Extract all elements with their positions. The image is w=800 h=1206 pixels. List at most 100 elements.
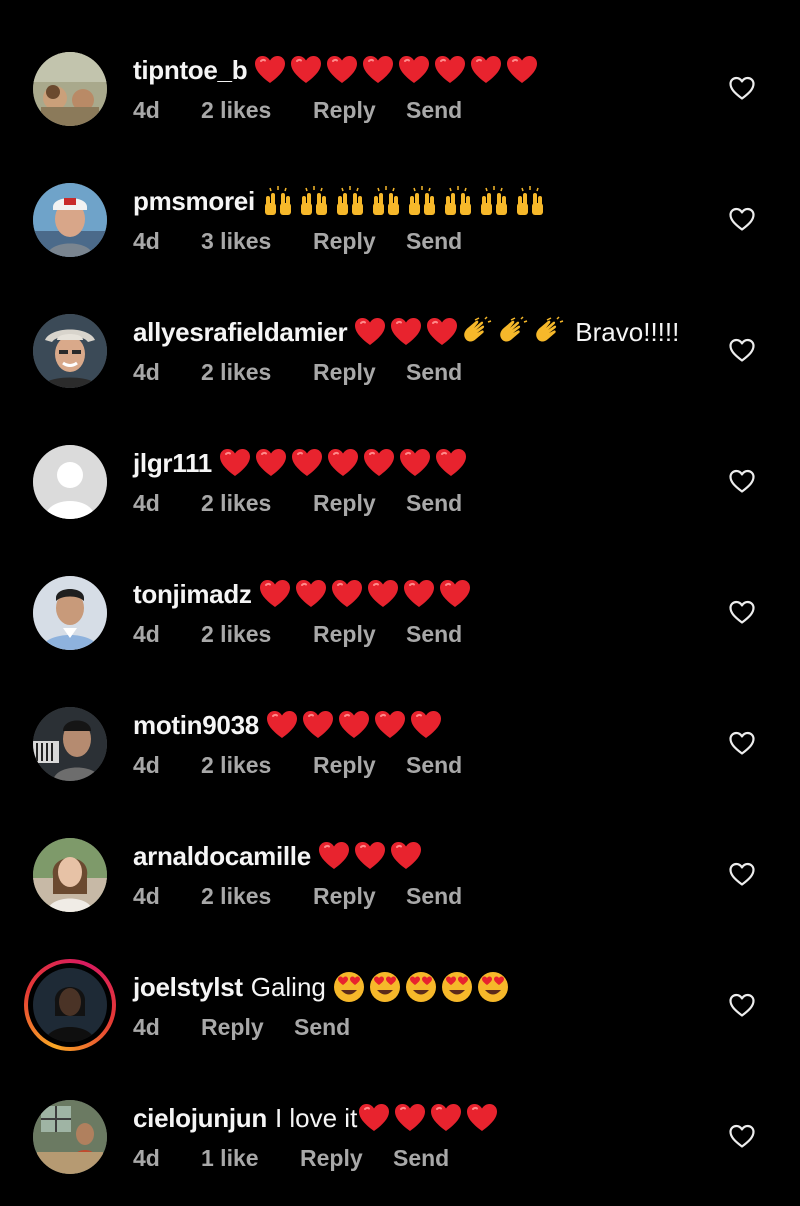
comment-text-line: tipntoe_b (133, 50, 713, 90)
username-link[interactable]: joelstylst (133, 972, 243, 1003)
like-heart-icon[interactable] (728, 205, 756, 233)
send-button[interactable]: Send (406, 621, 462, 648)
heart-emoji (301, 708, 335, 742)
heart-emoji (434, 446, 468, 480)
emoji-row (353, 315, 567, 349)
reply-button[interactable]: Reply (300, 1145, 393, 1172)
likes-count[interactable]: 1 like (201, 1145, 300, 1172)
heart-emoji (253, 53, 287, 87)
timestamp: 4d (133, 227, 160, 254)
raising-hands-emoji (513, 184, 547, 218)
avatar[interactable] (33, 968, 107, 1042)
likes-count[interactable]: 2 likes (201, 97, 313, 124)
reply-button[interactable]: Reply (201, 1014, 294, 1041)
heart-eyes-emoji (332, 970, 366, 1004)
heart-emoji (389, 315, 423, 349)
send-button[interactable]: Send (406, 752, 462, 779)
avatar[interactable] (33, 838, 107, 912)
comment-text-line: tonjimadz (133, 574, 713, 614)
avatar-story-ring[interactable] (24, 959, 116, 1051)
heart-emoji (317, 839, 351, 873)
username-link[interactable]: cielojunjun (133, 1103, 267, 1134)
likes-count[interactable]: 2 likes (201, 752, 313, 779)
send-button[interactable]: Send (406, 883, 462, 910)
raising-hands-emoji (333, 184, 367, 218)
reply-button[interactable]: Reply (313, 621, 406, 648)
send-button[interactable]: Send (294, 1014, 350, 1041)
likes-count[interactable]: 2 likes (201, 359, 313, 386)
reply-button[interactable]: Reply (313, 97, 406, 124)
likes-count[interactable]: 2 likes (201, 490, 313, 517)
reply-button[interactable]: Reply (313, 490, 406, 517)
reply-button[interactable]: Reply (313, 228, 406, 255)
send-button[interactable]: Send (406, 228, 462, 255)
heart-emoji (337, 708, 371, 742)
comment-item: pmsmorei 4d 3 likes Reply Send (0, 153, 800, 284)
comment-item: tipntoe_b 4d 2 likes Reply Send (0, 22, 800, 153)
timestamp: 4d (133, 1013, 160, 1040)
comment-body: tipntoe_b 4d 2 likes Reply Send (133, 50, 713, 130)
comment-meta: 4d 2 likes Reply Send (133, 614, 713, 654)
username-link[interactable]: tipntoe_b (133, 55, 248, 86)
avatar[interactable] (33, 445, 107, 519)
heart-emoji (218, 446, 252, 480)
heart-emoji (366, 577, 400, 611)
comment-text-line: motin9038 (133, 705, 713, 745)
username-link[interactable]: jlgr111 (133, 448, 212, 479)
username-link[interactable]: tonjimadz (133, 579, 252, 610)
like-heart-icon[interactable] (728, 729, 756, 757)
avatar[interactable] (33, 183, 107, 257)
heart-emoji (353, 315, 387, 349)
heart-emoji (398, 446, 432, 480)
reply-button[interactable]: Reply (313, 359, 406, 386)
comment-list: tipntoe_b 4d 2 likes Reply Send pmsmorei 4d 3 l… (0, 22, 800, 1201)
heart-emoji (373, 708, 407, 742)
like-heart-icon[interactable] (728, 991, 756, 1019)
avatar[interactable] (33, 314, 107, 388)
emoji-row (261, 184, 547, 218)
comment-body: jlgr111 4d 2 likes Reply Send (133, 443, 713, 523)
likes-count[interactable]: 3 likes (201, 228, 313, 255)
timestamp: 4d (133, 96, 160, 123)
username-link[interactable]: arnaldocamille (133, 841, 311, 872)
avatar[interactable] (33, 52, 107, 126)
comment-item: cielojunjun I love it 4d 1 like Reply Send (0, 1070, 800, 1201)
send-button[interactable]: Send (406, 359, 462, 386)
clapping-hands-emoji (533, 315, 567, 349)
comment-trailing-text: Bravo!!!!! (575, 316, 680, 347)
username-link[interactable]: motin9038 (133, 710, 259, 741)
username-link[interactable]: allyesrafieldamier (133, 317, 348, 348)
comment-text: I love it (274, 1102, 358, 1133)
clapping-hands-emoji (461, 315, 495, 349)
send-button[interactable]: Send (406, 97, 462, 124)
like-heart-icon[interactable] (728, 598, 756, 626)
username-link[interactable]: pmsmorei (133, 186, 255, 217)
reply-button[interactable]: Reply (313, 752, 406, 779)
like-heart-icon[interactable] (728, 74, 756, 102)
send-button[interactable]: Send (393, 1145, 449, 1172)
like-heart-icon[interactable] (728, 1122, 756, 1150)
like-heart-icon[interactable] (728, 336, 756, 364)
reply-button[interactable]: Reply (313, 883, 406, 910)
emoji-row (253, 53, 539, 87)
comment-meta: 4d 1 like Reply Send (133, 1138, 713, 1178)
like-heart-icon[interactable] (728, 467, 756, 495)
heart-emoji (389, 839, 423, 873)
avatar[interactable] (33, 576, 107, 650)
raising-hands-emoji (441, 184, 475, 218)
avatar[interactable] (33, 1100, 107, 1174)
comment-meta: 4d 2 likes Reply Send (133, 745, 713, 785)
heart-emoji (361, 53, 395, 87)
like-heart-icon[interactable] (728, 860, 756, 888)
heart-emoji (330, 577, 364, 611)
likes-count[interactable]: 2 likes (201, 621, 313, 648)
comment-body: cielojunjun I love it 4d 1 like Reply Send (133, 1098, 713, 1178)
heart-emoji (326, 446, 360, 480)
emoji-row (258, 577, 472, 611)
send-button[interactable]: Send (406, 490, 462, 517)
emoji-row (218, 446, 468, 480)
comment-text-line: joelstylst Galing (133, 967, 713, 1007)
heart-emoji (258, 577, 292, 611)
likes-count[interactable]: 2 likes (201, 883, 313, 910)
avatar[interactable] (33, 707, 107, 781)
